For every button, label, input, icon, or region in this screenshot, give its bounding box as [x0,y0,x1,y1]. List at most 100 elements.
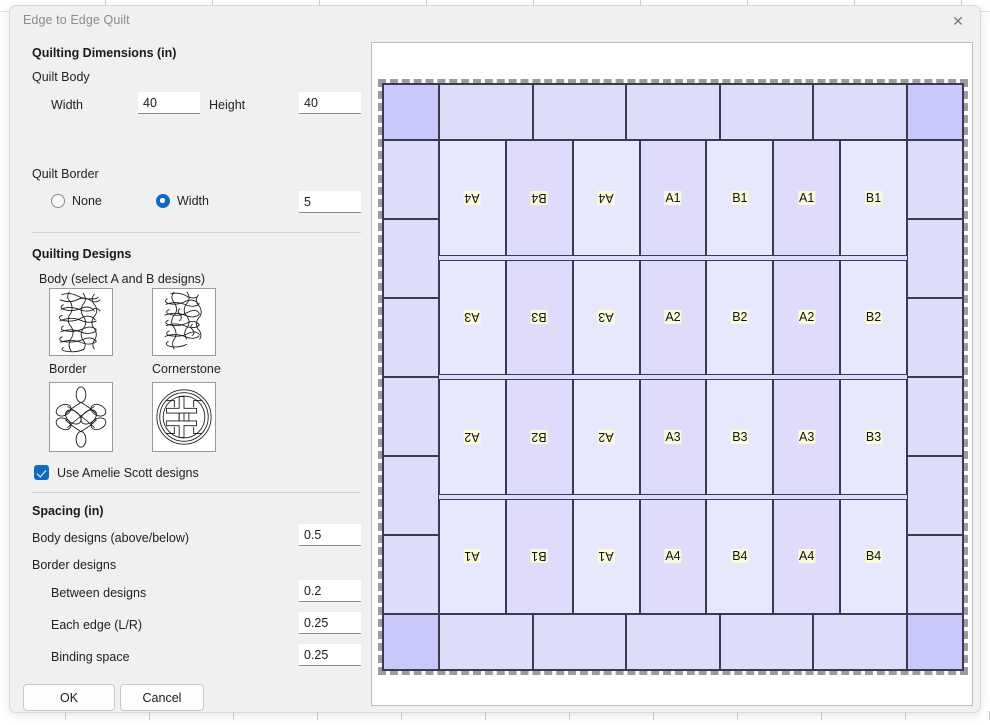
cancel-button[interactable]: Cancel [120,684,204,711]
body-width-label: Width [51,98,83,112]
cornerstone-design-thumbnail[interactable] [152,382,216,452]
body-height-input[interactable] [299,92,361,114]
body-cell-label: A4 [664,549,681,563]
border-designs-spacing-label: Border designs [32,558,116,572]
body-cell: A3 [439,260,506,376]
border-segment-bottom [533,614,627,670]
border-segment-top [439,84,533,140]
body-cell: A4 [573,140,640,256]
each-edge-input[interactable] [299,612,361,634]
quilt-layout-grid: A4B4A4A1B1A1B1A3B3A3A2B2A2B2A2B2A2A3B3A3… [382,83,964,671]
body-cell-label: A4 [464,191,481,205]
close-icon[interactable]: ✕ [936,6,980,36]
border-segment-top [813,84,907,140]
edge-to-edge-quilt-dialog: Edge to Edge Quilt ✕ Quilting Dimensions… [9,5,981,713]
binding-space-input[interactable] [299,644,361,666]
body-cell: B4 [506,140,573,256]
body-cell: B1 [840,140,907,256]
body-cell: A1 [573,499,640,615]
body-cell-label: B3 [731,430,748,444]
quilting-designs-heading: Quilting Designs [32,247,131,261]
divider-designs [32,492,361,493]
border-segment-right [907,140,963,219]
body-cell-label: B4 [731,549,748,563]
body-cell-label: B2 [531,430,548,444]
body-designs-spacing-input[interactable] [299,524,361,546]
settings-panel: Quilting Dimensions (in) Quilt Body Widt… [10,36,370,713]
body-cell: A3 [640,379,707,495]
body-cell: A2 [439,379,506,495]
body-cell-label: B1 [865,191,882,205]
body-cell-label: A1 [464,549,481,563]
divider-dimensions [32,232,361,233]
border-none-label: None [72,194,102,208]
border-design-thumbnail[interactable] [49,382,113,452]
body-cell: B4 [840,499,907,615]
body-cell: A4 [640,499,707,615]
body-designs-label: Body (select A and B designs) [39,272,205,286]
border-segment-right [907,456,963,535]
quilting-dimensions-heading: Quilting Dimensions (in) [32,46,176,60]
cornerstone-design-label: Cornerstone [152,362,221,376]
ok-button[interactable]: OK [23,684,115,711]
quilt-body-label: Quilt Body [32,70,90,84]
border-segment-right [907,298,963,377]
body-cell: A3 [573,260,640,376]
body-cell-label: A3 [464,310,481,324]
body-cell-label: A1 [798,191,815,205]
between-designs-label: Between designs [51,586,146,600]
body-width-input[interactable] [138,92,200,114]
border-segment-top [720,84,814,140]
body-cell-label: B3 [531,310,548,324]
border-segment-top [626,84,720,140]
checkmark-icon [34,465,49,480]
border-width-label: Width [177,194,209,208]
body-cell: A1 [439,499,506,615]
border-width-input[interactable] [299,191,361,213]
body-cell: B3 [706,379,773,495]
border-segment-bottom [626,614,720,670]
body-cell: B2 [506,379,573,495]
use-amelie-scott-checkbox[interactable]: Use Amelie Scott designs [34,465,199,480]
body-cell-label: B2 [731,310,748,324]
body-cell: A1 [773,140,840,256]
body-cell: B1 [706,140,773,256]
body-design-a-thumbnail[interactable] [49,288,113,356]
body-design-b-thumbnail[interactable] [152,288,216,356]
cornerstone-top-left [383,84,439,140]
body-cell-label: B3 [865,430,882,444]
body-cell-label: A3 [798,430,815,444]
quilt-preview[interactable]: A4B4A4A1B1A1B1A3B3A3A2B2A2B2A2B2A2A3B3A3… [378,79,968,675]
body-cell-label: B2 [865,310,882,324]
body-cell: B4 [706,499,773,615]
border-segment-top [533,84,627,140]
border-segment-left [383,377,439,456]
border-segment-left [383,535,439,614]
body-cell: A2 [773,260,840,376]
border-none-radio[interactable]: None [51,194,102,208]
border-segment-bottom [813,614,907,670]
body-cell: B2 [840,260,907,376]
each-edge-label: Each edge (L/R) [51,618,142,632]
body-cell: B3 [506,260,573,376]
cornerstone-top-right [907,84,963,140]
border-width-radio[interactable]: Width [156,194,209,208]
body-cell-label: A3 [597,310,614,324]
body-cell: A2 [573,379,640,495]
border-segment-left [383,140,439,219]
between-designs-input[interactable] [299,580,361,602]
body-cell-label: B1 [731,191,748,205]
dialog-titlebar: Edge to Edge Quilt ✕ [10,6,980,36]
binding-space-label: Binding space [51,650,130,664]
border-segment-right [907,535,963,614]
body-cell-label: A1 [597,549,614,563]
body-cell: B3 [840,379,907,495]
spacing-heading: Spacing (in) [32,504,104,518]
body-cell-label: A2 [798,310,815,324]
quilt-border-label: Quilt Border [32,167,99,181]
radio-circle-width-icon [156,194,170,208]
body-designs-spacing-label: Body designs (above/below) [32,531,189,545]
border-segment-right [907,219,963,298]
use-amelie-scott-label: Use Amelie Scott designs [57,466,199,480]
body-cell-label: A1 [664,191,681,205]
